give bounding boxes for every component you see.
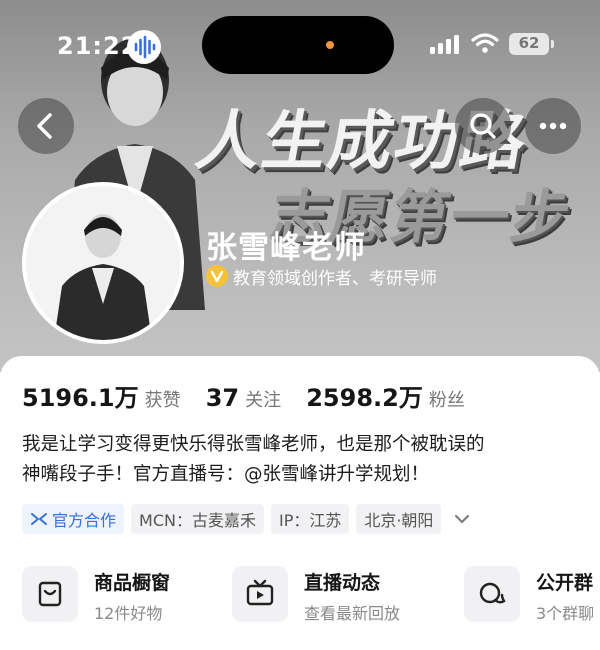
avatar-person-image — [26, 186, 180, 340]
chevron-down-icon[interactable] — [452, 509, 472, 529]
feature-group-subtitle: 3个群聊 — [536, 604, 595, 623]
audio-wave-icon — [127, 30, 161, 64]
following-count[interactable]: 37 — [206, 384, 239, 412]
more-icon — [539, 122, 567, 130]
ip-location-tag: IP：江苏 — [270, 504, 350, 534]
followers-count[interactable]: 2598.2万 — [306, 384, 423, 412]
feature-shop-subtitle: 12件好物 — [94, 604, 163, 623]
feature-live-title: 直播动态 — [304, 572, 381, 594]
avatar[interactable] — [22, 182, 184, 344]
followers-label[interactable]: 粉丝 — [429, 390, 465, 411]
feature-group-title: 公开群 — [536, 572, 594, 594]
search-button[interactable] — [455, 98, 511, 154]
chat-bubbles-icon — [464, 566, 520, 622]
verified-badge-icon — [206, 265, 228, 287]
verification-label: 教育领域创作者、考研导师 — [233, 269, 437, 289]
status-bar: 21:22 62 — [0, 0, 600, 90]
tv-icon — [232, 566, 288, 622]
likes-count: 5196.1万 — [22, 384, 139, 412]
tag-row: 官方合作 MCN：古麦嘉禾 IP：江苏 北京·朝阳 — [22, 504, 472, 534]
official-partner-tag[interactable]: 官方合作 — [22, 504, 125, 534]
more-button[interactable] — [525, 98, 581, 154]
back-button[interactable] — [18, 98, 74, 154]
mcn-tag[interactable]: MCN：古麦嘉禾 — [131, 504, 264, 534]
battery-cap — [551, 40, 554, 48]
likes-label: 获赞 — [144, 390, 181, 411]
bio-line-2: 神嘴段子手！官方直播号：@张雪峰讲升学规划！ — [22, 464, 430, 485]
bio: 我是让学习变得更快乐得张雪峰老师，也是那个被耽误的 神嘴段子手！官方直播号：@张… — [22, 430, 582, 490]
privacy-indicator-dot — [326, 41, 334, 49]
feature-shop-title: 商品橱窗 — [94, 572, 171, 594]
bio-line-1: 我是让学习变得更快乐得张雪峰老师，也是那个被耽误的 — [22, 434, 485, 455]
profile-name: 张雪峰老师 — [206, 230, 366, 266]
following-label[interactable]: 关注 — [245, 390, 281, 411]
cellular-signal-icon — [430, 35, 459, 54]
profile-content: 5196.1万 获赞 37 关注 2598.2万 粉丝 我是让学习变得更快乐得张雪峰老… — [0, 356, 600, 650]
search-icon — [470, 113, 496, 139]
city-tag: 北京·朝阳 — [356, 504, 442, 534]
wifi-icon — [471, 33, 499, 53]
feature-row: 商品橱窗 12件好物 直播动态 查看最新回放 公开群 3个群聊 — [22, 564, 600, 634]
official-partner-label: 官方合作 — [52, 511, 117, 530]
handshake-icon — [31, 513, 47, 525]
shopping-bag-icon — [22, 566, 78, 622]
feature-live-subtitle: 查看最新回放 — [304, 604, 401, 623]
stats-row: 5196.1万 获赞 37 关注 2598.2万 粉丝 — [22, 378, 485, 414]
chevron-left-icon — [37, 113, 52, 139]
dynamic-island — [202, 16, 394, 74]
profile-header: 人生成功路 志愿第一步 21:22 62 张雪峰老师 教育领域创作者、考研导师 — [0, 0, 600, 372]
battery-level: 62 — [518, 34, 540, 52]
